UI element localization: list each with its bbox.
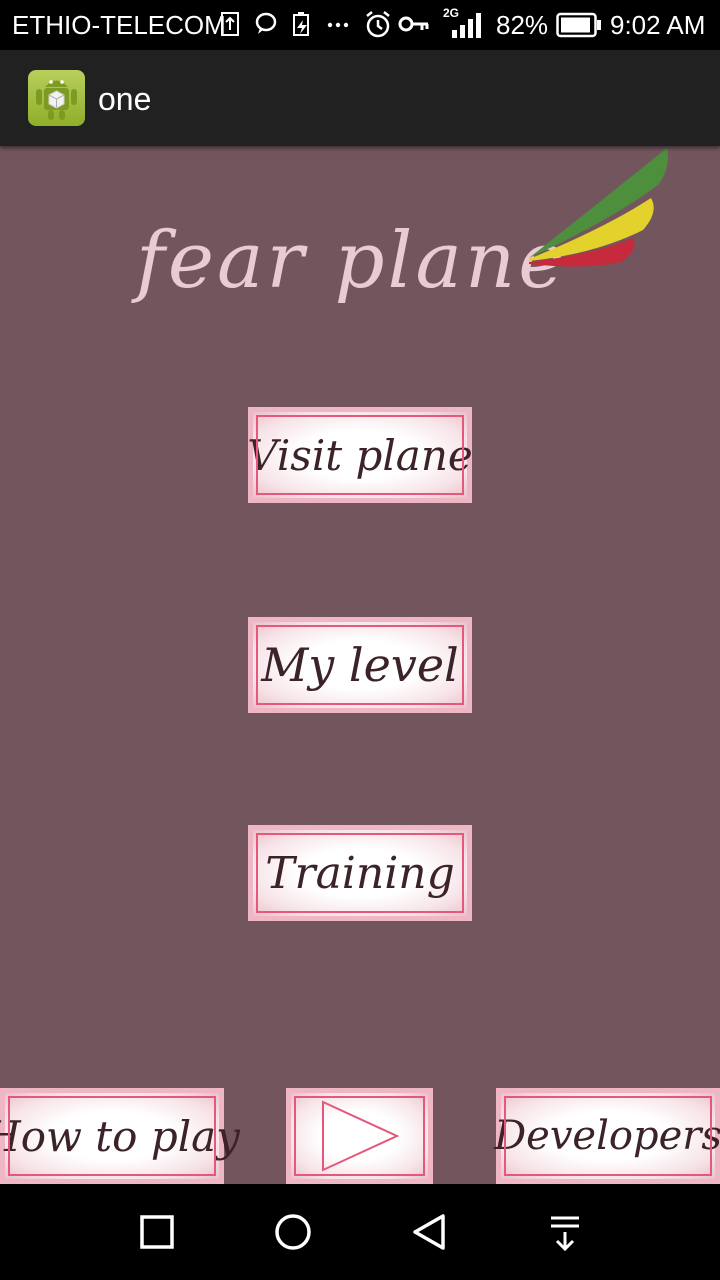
key-icon [398, 16, 429, 32]
back-icon[interactable] [401, 1204, 457, 1260]
developers-label: Developers [494, 1113, 720, 1159]
how-to-play-button[interactable]: How to play [0, 1088, 240, 1184]
play-icon [321, 1100, 399, 1172]
recent-apps-icon[interactable] [129, 1204, 185, 1260]
battery-icon [556, 12, 601, 38]
my-level-button[interactable]: My level [248, 617, 472, 713]
play-button[interactable] [286, 1088, 433, 1184]
navigation-bar [0, 1184, 720, 1280]
wing-logo-icon [529, 148, 668, 267]
visit-plane-button[interactable]: Visit plane [247, 407, 473, 503]
carrier-name: ETHIO-TELECOM [12, 10, 226, 40]
logo-text: fear plane [136, 216, 568, 306]
battery-percent: 82% [496, 10, 549, 40]
training-button[interactable]: Training [248, 825, 472, 921]
notifications-pull-icon[interactable] [537, 1204, 593, 1260]
how-to-play-label: How to play [0, 1111, 240, 1161]
main-content: fear plane Visit plane My level Training… [0, 146, 720, 1184]
status-bar: ETHIO-TELECOM 2G 82% 9:02 AM [0, 0, 720, 50]
more-dots-icon [327, 22, 349, 28]
app-bar: one [0, 50, 720, 146]
upload-icon [221, 12, 239, 36]
signal-icon [452, 13, 481, 38]
app-title: one [98, 81, 152, 117]
visit-plane-label: Visit plane [247, 430, 473, 480]
chat-icon [255, 12, 277, 34]
fear-plane-logo: fear plane [0, 146, 720, 346]
training-label: Training [265, 847, 455, 899]
home-icon[interactable] [265, 1204, 321, 1260]
developers-button[interactable]: Developers [494, 1088, 720, 1184]
battery-saver-icon [293, 12, 309, 36]
clock: 9:02 AM [610, 10, 706, 40]
my-level-label: My level [261, 638, 459, 692]
android-app-icon[interactable] [28, 70, 85, 126]
alarm-icon [366, 11, 390, 38]
